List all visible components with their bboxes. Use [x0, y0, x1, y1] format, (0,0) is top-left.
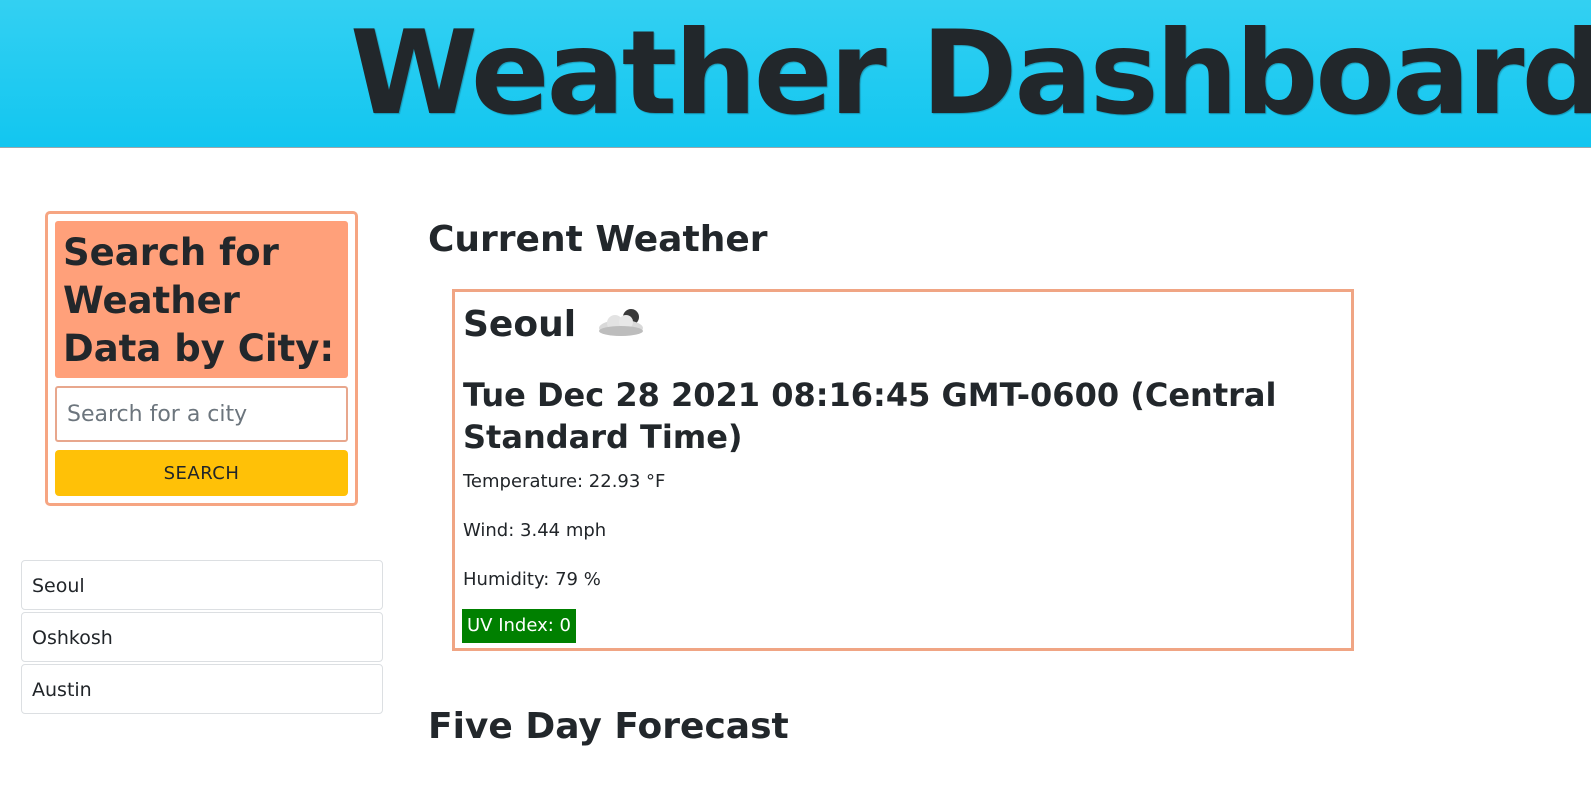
- app-header: Weather Dashboard: [0, 0, 1591, 148]
- current-datetime: Tue Dec 28 2021 08:16:45 GMT-0600 (Centr…: [463, 376, 1277, 456]
- city-name-row: Seoul: [463, 304, 649, 345]
- search-card: Search for Weather Data by City: SEARCH: [45, 211, 358, 506]
- current-weather-card: Seoul Tue Dec 28 2021 08:16:45 GMT-0600 …: [452, 289, 1354, 651]
- history-item-austin[interactable]: Austin: [21, 664, 383, 714]
- page-title: Weather Dashboard: [350, 6, 1591, 141]
- cloud-icon: [595, 306, 649, 338]
- search-heading: Search for Weather Data by City:: [55, 221, 348, 378]
- history-item-oshkosh[interactable]: Oshkosh: [21, 612, 383, 662]
- search-history-list: Seoul Oshkosh Austin: [21, 560, 383, 716]
- search-input[interactable]: [55, 386, 348, 442]
- uv-index-badge: UV Index: 0: [462, 609, 577, 643]
- search-button[interactable]: SEARCH: [55, 450, 348, 496]
- five-day-forecast-heading: Five Day Forecast: [428, 706, 789, 747]
- wind-text: Wind: 3.44 mph: [463, 520, 607, 541]
- city-name: Seoul: [463, 304, 577, 345]
- temperature-text: Temperature: 22.93 °F: [463, 471, 666, 492]
- humidity-text: Humidity: 79 %: [463, 569, 601, 590]
- current-weather-heading: Current Weather: [428, 219, 768, 260]
- history-item-seoul[interactable]: Seoul: [21, 560, 383, 610]
